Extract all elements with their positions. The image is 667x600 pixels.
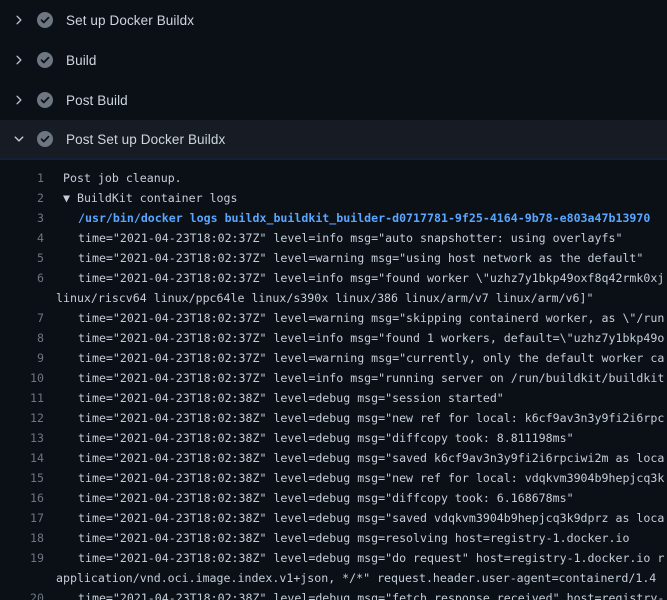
step-header-post-set-up-docker-buildx[interactable]: Post Set up Docker Buildx: [0, 120, 667, 160]
log-line: 8 time="2021-04-23T18:02:37Z" level=info…: [0, 328, 667, 348]
log-viewer[interactable]: 1 Post job cleanup. 2 ▼ BuildKit contain…: [0, 160, 667, 600]
line-number[interactable]: 19: [0, 548, 44, 568]
step-header-set-up-docker-buildx[interactable]: Set up Docker Buildx: [0, 0, 667, 40]
line-number[interactable]: 14: [0, 448, 44, 468]
log-text: Post job cleanup.: [63, 168, 182, 188]
line-number[interactable]: 7: [0, 308, 44, 328]
log-line: 9 time="2021-04-23T18:02:37Z" level=warn…: [0, 348, 667, 368]
log-text: time="2021-04-23T18:02:38Z" level=debug …: [78, 468, 664, 488]
log-text: time="2021-04-23T18:02:38Z" level=debug …: [78, 428, 574, 448]
log-line: 5 time="2021-04-23T18:02:37Z" level=warn…: [0, 248, 667, 268]
check-circle-icon: [37, 92, 53, 108]
log-line: 4 time="2021-04-23T18:02:37Z" level=info…: [0, 228, 667, 248]
log-line: 7 time="2021-04-23T18:02:37Z" level=warn…: [0, 308, 667, 328]
step-label: Set up Docker Buildx: [66, 13, 194, 28]
chevron-right-icon: [13, 94, 25, 106]
line-number[interactable]: 13: [0, 428, 44, 448]
log-line: application/vnd.oci.image.index.v1+json,…: [0, 568, 667, 588]
chevron-right-icon: [13, 54, 25, 66]
log-line: 1 Post job cleanup.: [0, 168, 667, 188]
line-number[interactable]: 5: [0, 248, 44, 268]
log-text: time="2021-04-23T18:02:38Z" level=debug …: [78, 508, 664, 528]
line-number[interactable]: 8: [0, 328, 44, 348]
line-number[interactable]: 4: [0, 228, 44, 248]
line-number[interactable]: 18: [0, 528, 44, 548]
check-circle-icon: [37, 131, 53, 147]
log-line: 20 time="2021-04-23T18:02:38Z" level=deb…: [0, 588, 667, 600]
step-header-post-build[interactable]: Post Build: [0, 80, 667, 120]
log-line: linux/riscv64 linux/ppc64le linux/s390x …: [0, 288, 667, 308]
log-text: time="2021-04-23T18:02:37Z" level=warnin…: [78, 308, 664, 328]
chevron-down-icon: [13, 133, 25, 145]
log-line: 2 ▼ BuildKit container logs: [0, 188, 667, 208]
log-line: 12 time="2021-04-23T18:02:38Z" level=deb…: [0, 408, 667, 428]
line-number[interactable]: 6: [0, 268, 44, 288]
log-line: 16 time="2021-04-23T18:02:38Z" level=deb…: [0, 488, 667, 508]
log-text: time="2021-04-23T18:02:38Z" level=debug …: [78, 548, 664, 568]
log-text: time="2021-04-23T18:02:37Z" level=info m…: [78, 328, 664, 348]
log-text: application/vnd.oci.image.index.v1+json,…: [56, 568, 656, 588]
line-number[interactable]: 15: [0, 468, 44, 488]
log-text: time="2021-04-23T18:02:37Z" level=info m…: [78, 228, 622, 248]
log-text: time="2021-04-23T18:02:38Z" level=debug …: [78, 528, 629, 548]
line-number[interactable]: 10: [0, 368, 44, 388]
line-number[interactable]: 16: [0, 488, 44, 508]
line-number[interactable]: 20: [0, 588, 44, 600]
check-circle-icon: [37, 12, 53, 28]
line-number[interactable]: 2: [0, 188, 44, 208]
step-label: Build: [66, 53, 97, 68]
log-line: 13 time="2021-04-23T18:02:38Z" level=deb…: [0, 428, 667, 448]
log-line: 11 time="2021-04-23T18:02:38Z" level=deb…: [0, 388, 667, 408]
log-text: time="2021-04-23T18:02:37Z" level=warnin…: [78, 348, 664, 368]
log-group-toggle[interactable]: ▼ BuildKit container logs: [63, 188, 238, 208]
log-text: time="2021-04-23T18:02:38Z" level=debug …: [78, 388, 504, 408]
log-text: time="2021-04-23T18:02:38Z" level=debug …: [78, 448, 664, 468]
log-text: time="2021-04-23T18:02:38Z" level=debug …: [78, 488, 574, 508]
log-line: 17 time="2021-04-23T18:02:38Z" level=deb…: [0, 508, 667, 528]
log-line: 10 time="2021-04-23T18:02:37Z" level=inf…: [0, 368, 667, 388]
log-line: 3 /usr/bin/docker logs buildx_buildkit_b…: [0, 208, 667, 228]
steps-list: Set up Docker Buildx Build Post Build Po…: [0, 0, 667, 160]
step-label: Post Set up Docker Buildx: [66, 132, 225, 147]
log-text: time="2021-04-23T18:02:38Z" level=debug …: [78, 588, 664, 600]
log-text: time="2021-04-23T18:02:38Z" level=debug …: [78, 408, 664, 428]
log-command: /usr/bin/docker logs buildx_buildkit_bui…: [78, 208, 650, 228]
log-text: time="2021-04-23T18:02:37Z" level=info m…: [78, 268, 664, 288]
log-line: 6 time="2021-04-23T18:02:37Z" level=info…: [0, 268, 667, 288]
chevron-right-icon: [13, 14, 25, 26]
log-text: time="2021-04-23T18:02:37Z" level=warnin…: [78, 248, 643, 268]
line-number[interactable]: 3: [0, 208, 44, 228]
log-text: time="2021-04-23T18:02:37Z" level=info m…: [78, 368, 664, 388]
line-number[interactable]: 1: [0, 168, 44, 188]
step-header-build[interactable]: Build: [0, 40, 667, 80]
log-line: 19 time="2021-04-23T18:02:38Z" level=deb…: [0, 548, 667, 568]
line-number[interactable]: 11: [0, 388, 44, 408]
line-number[interactable]: 9: [0, 348, 44, 368]
log-text: linux/riscv64 linux/ppc64le linux/s390x …: [56, 288, 593, 308]
check-circle-icon: [37, 52, 53, 68]
line-number[interactable]: 12: [0, 408, 44, 428]
line-number[interactable]: 17: [0, 508, 44, 528]
log-line: 15 time="2021-04-23T18:02:38Z" level=deb…: [0, 468, 667, 488]
step-label: Post Build: [66, 93, 128, 108]
log-line: 18 time="2021-04-23T18:02:38Z" level=deb…: [0, 528, 667, 548]
log-line: 14 time="2021-04-23T18:02:38Z" level=deb…: [0, 448, 667, 468]
